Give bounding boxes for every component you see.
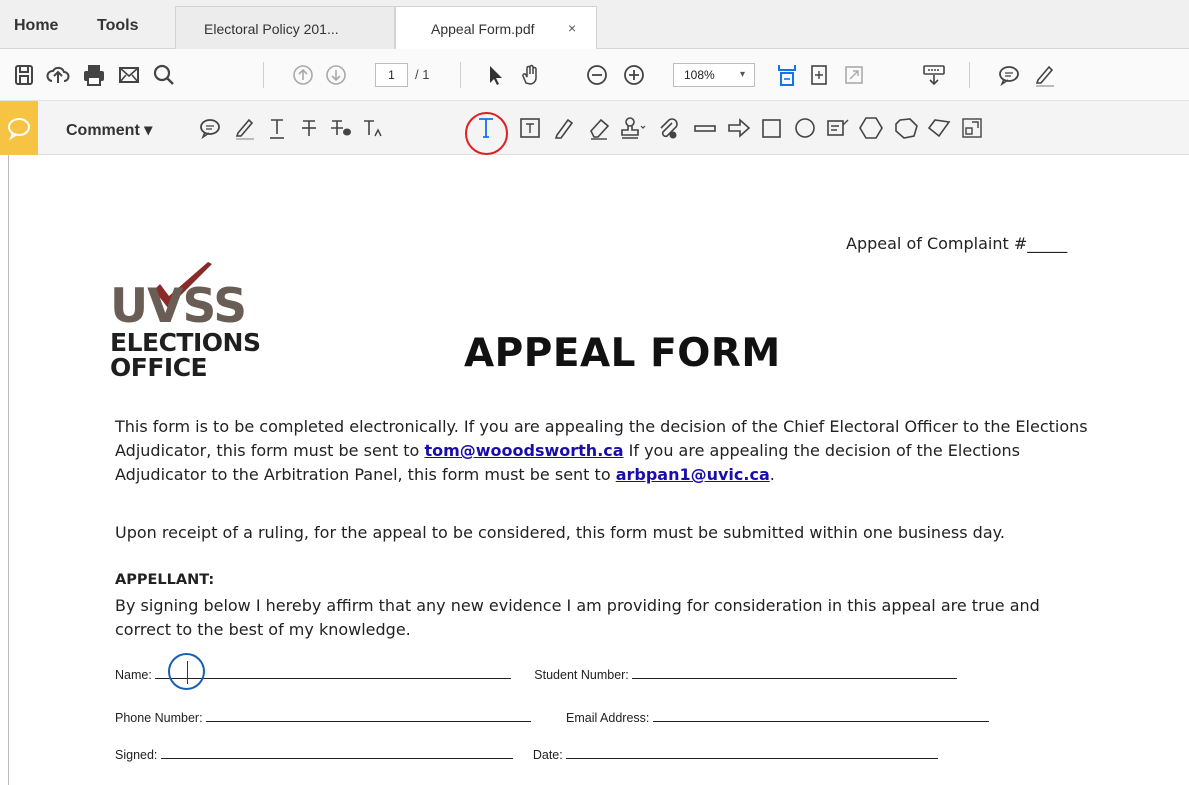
previous-page-icon[interactable] (289, 61, 317, 89)
close-tab-icon[interactable]: × (568, 20, 576, 36)
snapshot-icon[interactable] (958, 114, 986, 142)
tools-tab[interactable]: Tools (97, 17, 138, 35)
zoom-in-icon[interactable] (620, 61, 648, 89)
field-row-name: Name: Student Number: (115, 667, 958, 682)
email-label: Email Address: (566, 711, 650, 725)
field-row-phone: Phone Number: Email Address: (115, 710, 989, 725)
email-link-adjudicator[interactable]: tom@wooodsworth.ca (424, 441, 623, 460)
comment-mode-badge[interactable] (0, 101, 38, 155)
text-box-icon[interactable] (516, 114, 544, 142)
eraser-icon[interactable] (585, 114, 613, 142)
phone-field[interactable] (206, 710, 532, 722)
home-tab[interactable]: Home (14, 17, 58, 35)
page-number-input[interactable]: 1 (375, 63, 408, 87)
page-title: APPEAL FORM (464, 331, 781, 376)
pencil-icon[interactable] (550, 114, 578, 142)
comment-menu[interactable]: Comment ▾ (66, 120, 152, 140)
line-tool-icon[interactable] (691, 114, 719, 142)
attach-file-icon[interactable] (654, 114, 682, 142)
intro-paragraph: This form is to be completed electronica… (115, 415, 1088, 487)
signed-label: Signed: (115, 748, 158, 762)
tab-label: Electoral Policy 201... (204, 21, 339, 37)
upload-cloud-icon[interactable] (44, 61, 72, 89)
insert-text-icon[interactable] (358, 114, 386, 142)
email-field[interactable] (652, 710, 989, 722)
phone-label: Phone Number: (115, 711, 203, 725)
sticky-note-icon[interactable] (995, 61, 1023, 89)
highlight-pen-icon[interactable] (1030, 61, 1058, 89)
uvss-logo: UVSS ELECTIONS OFFICE (110, 262, 310, 382)
zoom-out-icon[interactable] (583, 61, 611, 89)
toolbar-divider (969, 62, 970, 88)
underline-text-icon[interactable] (263, 114, 291, 142)
student-number-field[interactable] (632, 667, 958, 679)
toolbar-divider (460, 62, 461, 88)
text-callout-icon[interactable] (824, 114, 852, 142)
receipt-paragraph: Upon receipt of a ruling, for the appeal… (115, 523, 1005, 542)
read-mode-icon[interactable] (920, 61, 948, 89)
connected-lines-icon[interactable] (925, 114, 953, 142)
affirm-paragraph: By signing below I hereby affirm that an… (115, 596, 1040, 639)
next-page-icon[interactable] (322, 61, 350, 89)
text-cursor-indicator (168, 653, 205, 690)
select-cursor-icon[interactable] (481, 61, 509, 89)
text-insertion-cursor (187, 661, 188, 684)
search-icon[interactable] (150, 61, 178, 89)
cloud-tool-icon[interactable] (892, 114, 920, 142)
student-number-label: Student Number: (534, 668, 629, 682)
tab-appeal-form[interactable]: Appeal Form.pdf × (395, 6, 597, 50)
intro-text: . (769, 465, 775, 484)
main-toolbar: 1 / 1 108% ▾ (0, 49, 1189, 101)
comment-toolbar: Comment ▾ (0, 101, 1189, 155)
add-sticky-note-icon[interactable] (196, 114, 224, 142)
zoom-select[interactable]: 108% ▾ (673, 63, 755, 87)
highlight-text-icon[interactable] (230, 114, 258, 142)
polygon-tool-icon[interactable] (857, 114, 885, 142)
tab-label: Appeal Form.pdf (431, 21, 535, 37)
stamp-icon[interactable] (618, 114, 646, 142)
print-icon[interactable] (80, 61, 108, 89)
fit-width-icon[interactable] (805, 61, 833, 89)
comment-bubble-icon (8, 118, 30, 141)
email-icon[interactable] (115, 61, 143, 89)
name-field[interactable] (155, 667, 512, 679)
signed-field[interactable] (160, 747, 513, 759)
fit-page-icon[interactable] (773, 61, 801, 89)
appellant-heading: APPELLANT: (115, 572, 215, 588)
pdf-page: Appeal of Complaint #_____ UVSS ELECTION… (9, 155, 1189, 785)
date-label: Date: (532, 748, 563, 762)
logo-uvss: UVSS (110, 279, 247, 334)
page-total: / 1 (415, 67, 430, 82)
appeal-complaint-number: Appeal of Complaint #_____ (846, 234, 1068, 253)
field-row-signed: Signed: Date: (115, 747, 939, 762)
replace-text-icon[interactable] (326, 114, 354, 142)
selected-tool-indicator (465, 112, 508, 155)
date-field[interactable] (566, 747, 939, 759)
email-link-arbitration[interactable]: arbpan1@uvic.ca (616, 465, 770, 484)
rectangle-tool-icon[interactable] (758, 114, 786, 142)
name-label: Name: (115, 668, 152, 682)
tab-bar: Home Tools Electoral Policy 201... Appea… (0, 0, 1189, 50)
hand-tool-icon[interactable] (516, 61, 544, 89)
tab-electoral-policy[interactable]: Electoral Policy 201... (175, 6, 395, 49)
zoom-value: 108% (684, 68, 715, 82)
chevron-down-icon: ▾ (739, 69, 745, 80)
oval-tool-icon[interactable] (791, 114, 819, 142)
full-screen-icon[interactable] (840, 61, 868, 89)
logo-office: OFFICE (110, 353, 208, 382)
save-icon[interactable] (10, 61, 38, 89)
strikethrough-text-icon[interactable] (295, 114, 323, 142)
toolbar-divider (263, 62, 264, 88)
arrow-tool-icon[interactable] (725, 114, 753, 142)
